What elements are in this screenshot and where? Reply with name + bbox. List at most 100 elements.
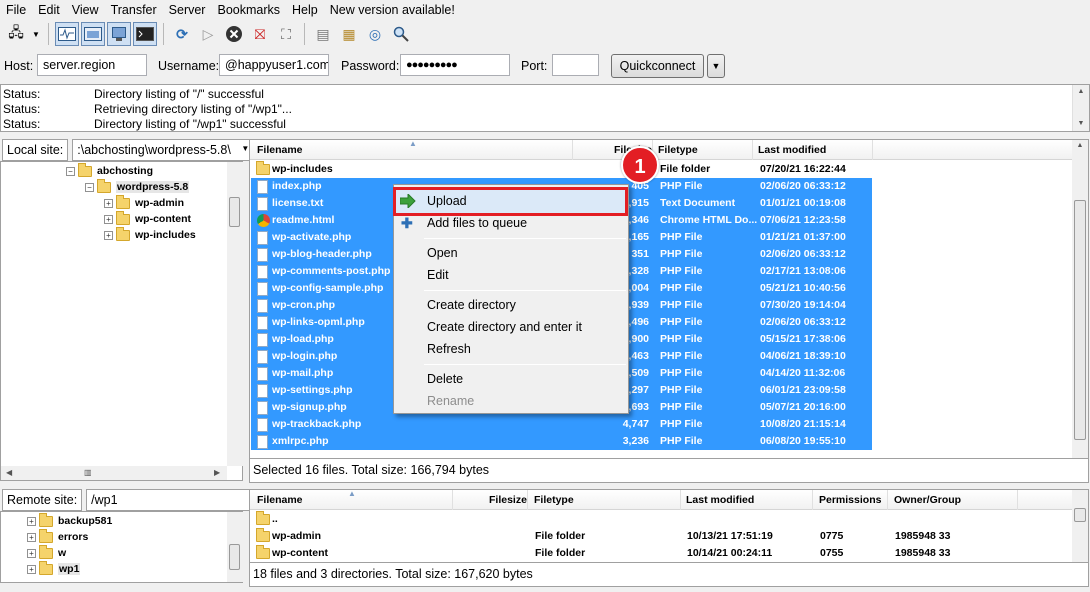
- tree-vertical-scrollbar[interactable]: [227, 162, 243, 466]
- col-filesize[interactable]: Filesize: [489, 494, 527, 506]
- tree-node-label: wp-content: [135, 213, 191, 225]
- col-filetype[interactable]: Filetype: [658, 144, 698, 156]
- expand-icon[interactable]: +: [104, 214, 113, 224]
- col-last-modified[interactable]: Last modified: [686, 494, 754, 506]
- menu-help[interactable]: Help: [286, 0, 324, 20]
- scroll-grip-icon[interactable]: ▥: [84, 468, 92, 477]
- scroll-left-icon[interactable]: ◀: [6, 468, 12, 477]
- file-list-scrollbar[interactable]: [1072, 490, 1088, 562]
- column-divider[interactable]: [812, 490, 813, 510]
- table-row[interactable]: xmlrpc.php 3,236 PHP File 06/08/20 19:55:10: [251, 433, 872, 450]
- quickconnect-button[interactable]: Quickconnect: [611, 54, 704, 78]
- tree-horizontal-scrollbar[interactable]: ◀ ▥ ▶: [1, 466, 227, 480]
- file-list-scrollbar[interactable]: ▲: [1072, 140, 1088, 458]
- search-icon[interactable]: [389, 22, 413, 46]
- col-filetype[interactable]: Filetype: [534, 494, 574, 506]
- remote-path-input[interactable]: /wp1: [86, 489, 252, 511]
- column-divider[interactable]: [680, 490, 681, 510]
- dropdown-arrow-icon[interactable]: ▼: [30, 22, 42, 46]
- menu-item-edit[interactable]: Edit: [427, 268, 449, 282]
- column-divider[interactable]: [752, 140, 753, 160]
- menu-item-create-directory[interactable]: Create directory: [427, 298, 516, 312]
- column-divider[interactable]: [872, 140, 873, 160]
- menu-item-refresh[interactable]: Refresh: [427, 342, 471, 356]
- tree-node[interactable]: + wp-content: [104, 210, 191, 227]
- tree-node[interactable]: + wp1: [27, 560, 81, 577]
- menu-transfer[interactable]: Transfer: [105, 0, 163, 20]
- scrollbar-thumb[interactable]: [229, 197, 240, 227]
- tree-node[interactable]: − abchosting: [66, 162, 153, 179]
- col-owner-group[interactable]: Owner/Group: [894, 494, 961, 506]
- collapse-icon[interactable]: −: [85, 182, 94, 192]
- quickconnect-dropdown-icon[interactable]: ▼: [707, 54, 725, 78]
- column-divider[interactable]: [572, 140, 573, 160]
- table-row[interactable]: ..: [251, 511, 1017, 528]
- scroll-down-icon[interactable]: ▼: [1073, 117, 1089, 131]
- site-manager-icon[interactable]: 🖧: [4, 22, 28, 46]
- compare-icon[interactable]: ▦: [337, 22, 361, 46]
- collapse-icon[interactable]: −: [66, 166, 75, 176]
- menu-view[interactable]: View: [66, 0, 105, 20]
- expand-icon[interactable]: +: [104, 198, 113, 208]
- table-row[interactable]: wp-admin File folder 10/13/21 17:51:19 0775…: [251, 528, 1017, 545]
- host-input[interactable]: server.region: [37, 54, 147, 76]
- toggle-local-tree-icon[interactable]: [81, 22, 105, 46]
- expand-icon[interactable]: +: [104, 230, 113, 240]
- scroll-up-icon[interactable]: ▲: [1073, 85, 1089, 99]
- column-divider[interactable]: [452, 490, 453, 510]
- expand-icon[interactable]: +: [27, 532, 36, 542]
- toggle-log-icon[interactable]: [55, 22, 79, 46]
- scroll-right-icon[interactable]: ▶: [214, 468, 220, 477]
- tree-node[interactable]: − wordpress-5.8: [85, 178, 190, 195]
- local-path-input[interactable]: :\abchosting\wordpress-5.8\ ▼: [72, 139, 254, 161]
- tree-vertical-scrollbar[interactable]: [227, 512, 243, 582]
- tree-node[interactable]: + wp-admin: [104, 194, 184, 211]
- expand-icon[interactable]: +: [27, 564, 36, 574]
- expand-icon[interactable]: +: [27, 548, 36, 558]
- port-input[interactable]: [552, 54, 599, 76]
- password-input[interactable]: ●●●●●●●●●: [400, 54, 510, 76]
- cancel-icon[interactable]: [222, 22, 246, 46]
- col-last-modified[interactable]: Last modified: [758, 144, 826, 156]
- scrollbar-thumb[interactable]: [1074, 508, 1086, 522]
- reconnect-icon[interactable]: ⛶: [274, 22, 298, 46]
- scrollbar-thumb[interactable]: [229, 544, 240, 570]
- menu-server[interactable]: Server: [163, 0, 212, 20]
- col-permissions[interactable]: Permissions: [819, 494, 881, 506]
- table-row[interactable]: wp-trackback.php 4,747 PHP File 10/08/20 21…: [251, 416, 872, 433]
- tree-node[interactable]: + errors: [27, 528, 88, 545]
- column-divider[interactable]: [527, 490, 528, 510]
- scroll-up-icon[interactable]: ▲: [1072, 142, 1088, 149]
- tree-node[interactable]: + w: [27, 544, 66, 561]
- menu-bookmarks[interactable]: Bookmarks: [211, 0, 286, 20]
- menu-item-upload[interactable]: Upload: [427, 194, 467, 208]
- toggle-queue-icon[interactable]: [133, 22, 157, 46]
- file-type: PHP File: [660, 435, 703, 447]
- expand-icon[interactable]: +: [27, 516, 36, 526]
- toggle-remote-tree-icon[interactable]: [107, 22, 131, 46]
- menu-item-add-to-queue[interactable]: Add files to queue: [427, 216, 527, 230]
- menu-item-delete[interactable]: Delete: [427, 372, 463, 386]
- log-scrollbar[interactable]: ▲ ▼: [1072, 85, 1089, 131]
- column-divider[interactable]: [887, 490, 888, 510]
- col-filename[interactable]: Filename: [257, 144, 303, 156]
- table-row[interactable]: wp-includes File folder 07/20/21 16:22:44: [251, 161, 872, 178]
- filter-icon[interactable]: ▤: [311, 22, 335, 46]
- disconnect-icon[interactable]: ⛝: [248, 22, 272, 46]
- menu-item-create-directory-enter[interactable]: Create directory and enter it: [427, 320, 582, 334]
- table-row[interactable]: wp-content File folder 10/14/21 00:24:11 07…: [251, 545, 1017, 562]
- tree-node[interactable]: + wp-includes: [104, 226, 196, 243]
- col-filename[interactable]: Filename: [257, 494, 303, 506]
- sync-browse-icon[interactable]: ◎: [363, 22, 387, 46]
- username-input[interactable]: @happyuser1.com: [219, 54, 329, 76]
- menu-edit[interactable]: Edit: [32, 0, 66, 20]
- scrollbar-thumb[interactable]: [1074, 200, 1086, 440]
- refresh-icon[interactable]: ⟳: [170, 22, 194, 46]
- process-queue-icon[interactable]: ▷: [196, 22, 220, 46]
- menu-new-version[interactable]: New version available!: [324, 0, 461, 20]
- file-modified: 10/08/20 21:15:14: [760, 418, 846, 430]
- tree-node[interactable]: + backup581: [27, 512, 112, 529]
- column-divider[interactable]: [1017, 490, 1018, 510]
- menu-item-open[interactable]: Open: [427, 246, 458, 260]
- menu-file[interactable]: File: [0, 0, 32, 20]
